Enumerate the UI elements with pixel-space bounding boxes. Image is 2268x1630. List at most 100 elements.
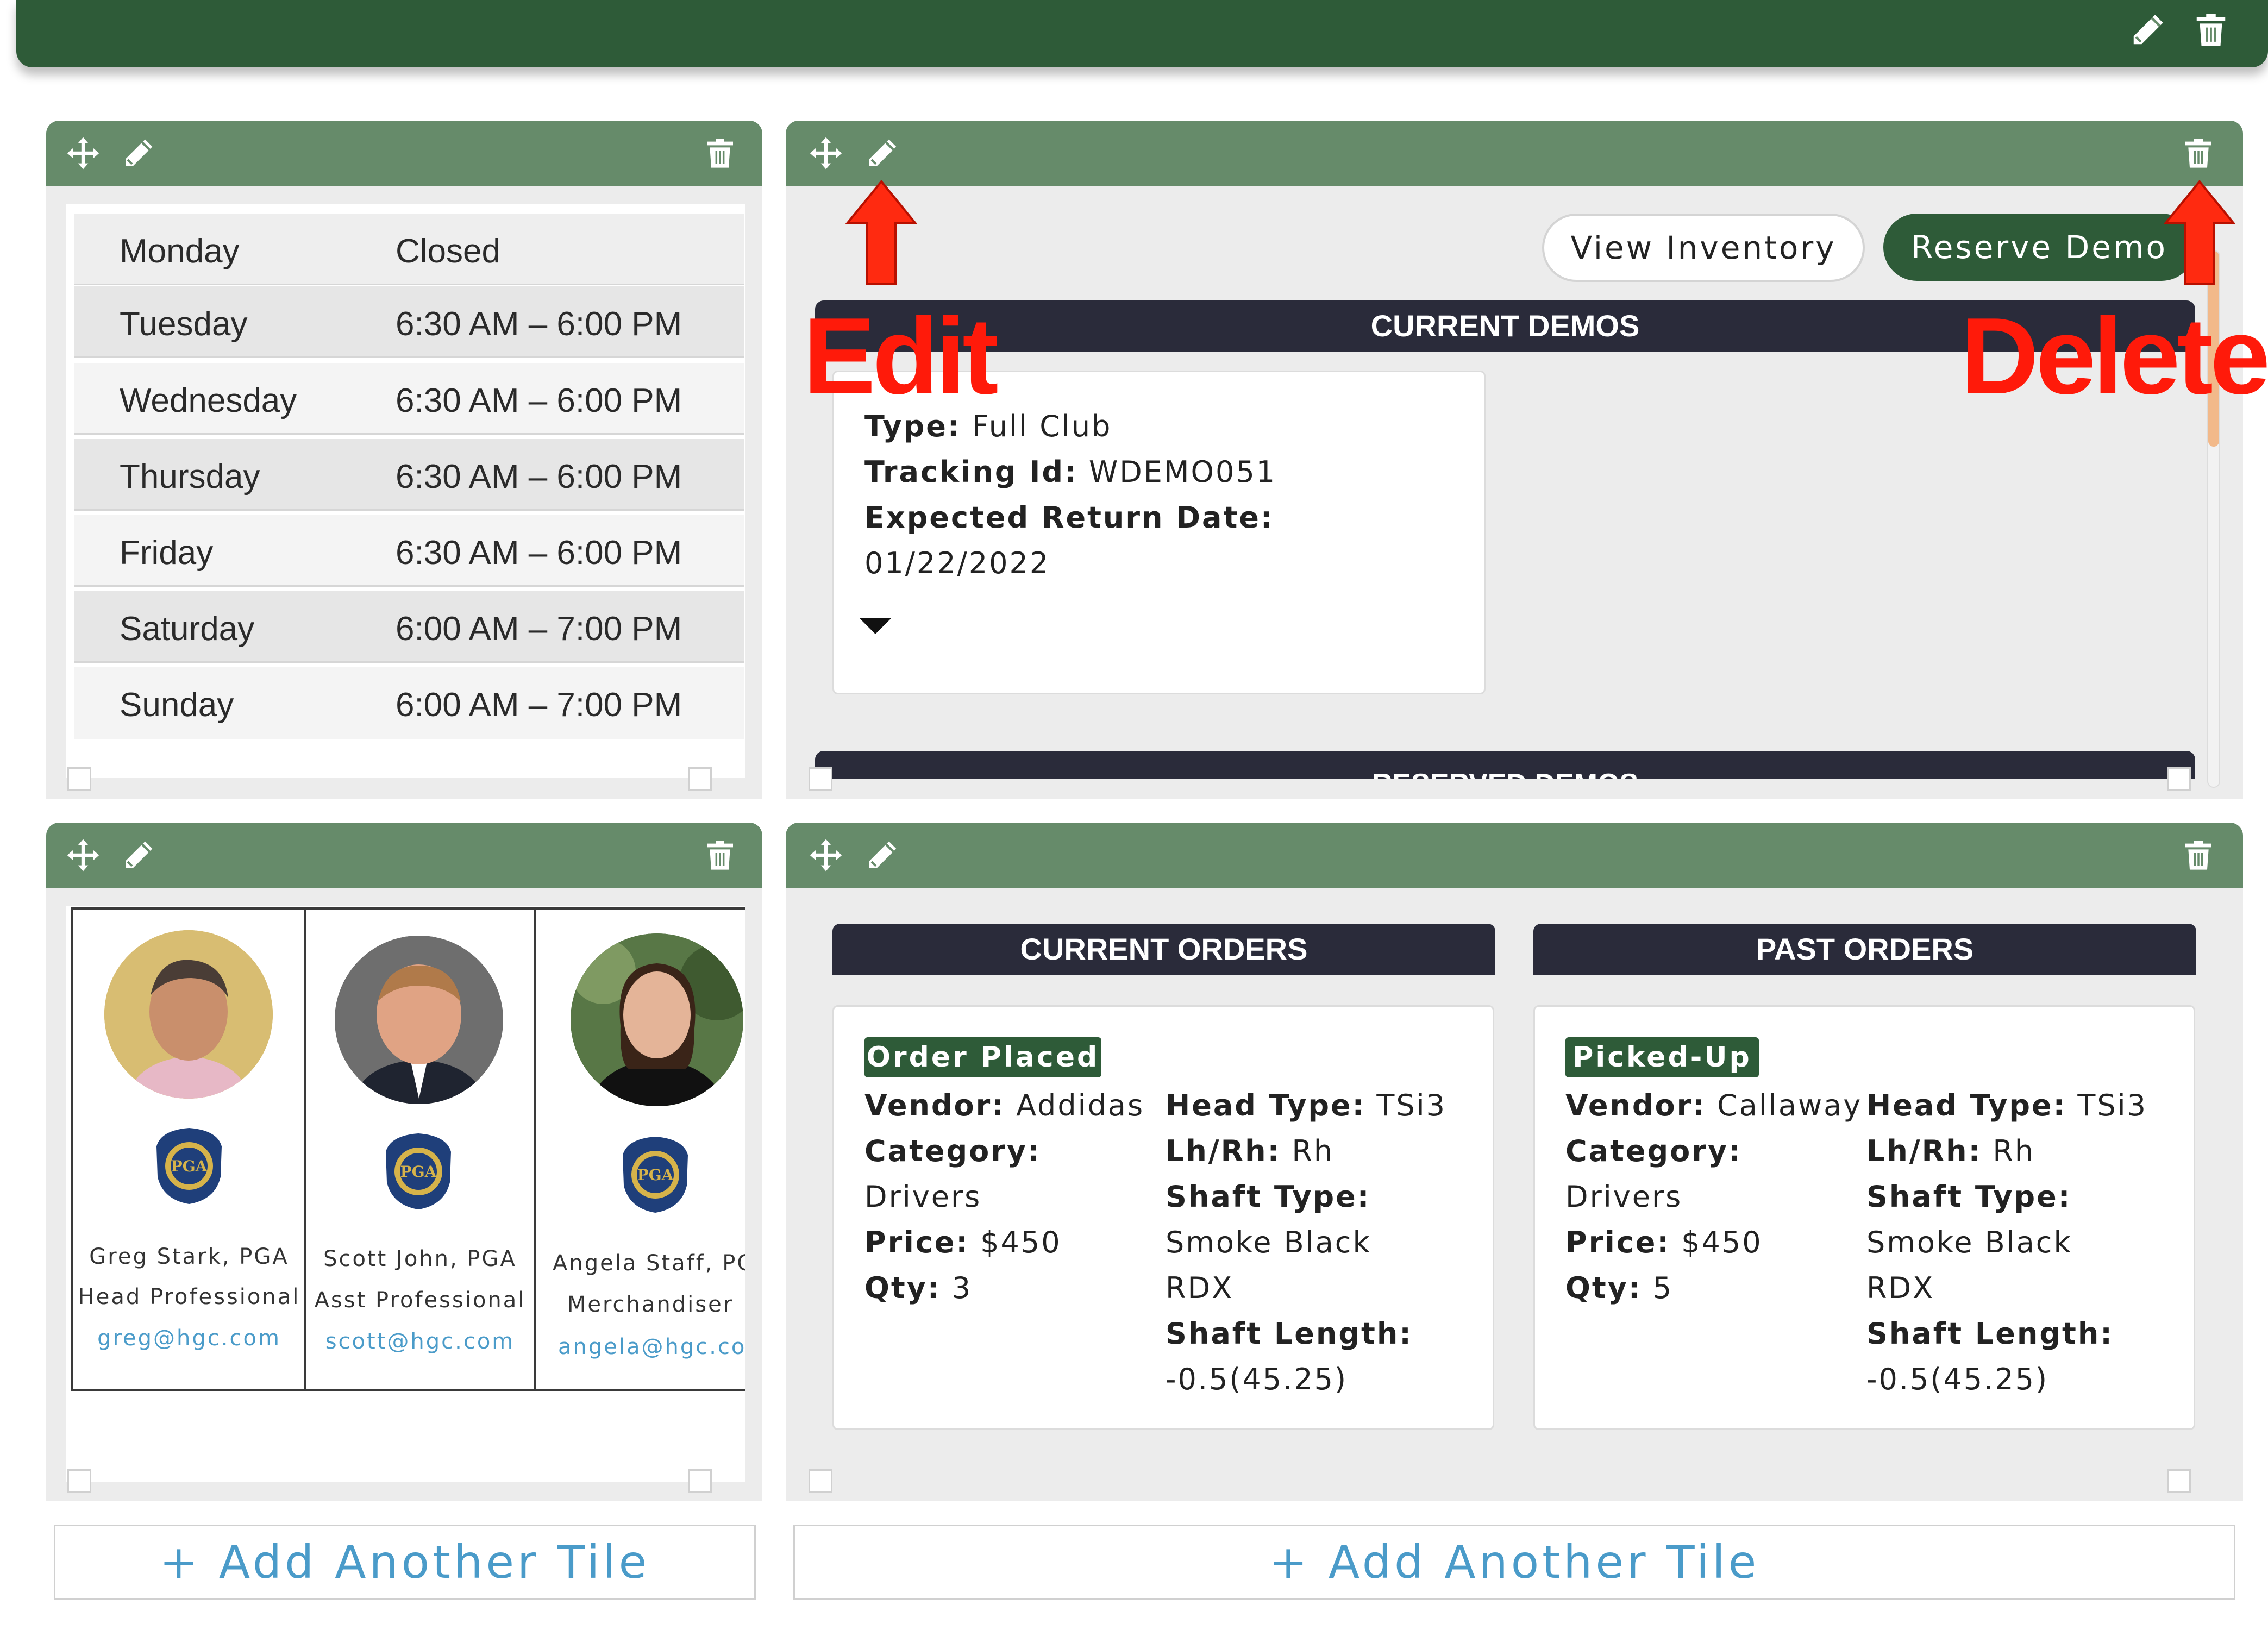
- time-label: Closed: [396, 233, 500, 270]
- day-label: Tuesday: [120, 305, 248, 343]
- demo-tracking-line: Tracking Id: WDEMO051: [864, 455, 1277, 489]
- resize-handle[interactable]: [67, 1469, 91, 1493]
- avatar: [571, 933, 743, 1106]
- tile-footer: [786, 779, 2243, 799]
- shaft-type-value: RDX: [1866, 1271, 1935, 1305]
- category-value: Drivers: [864, 1180, 982, 1214]
- move-icon[interactable]: [809, 838, 843, 873]
- move-icon[interactable]: [809, 136, 843, 171]
- day-label: Friday: [120, 534, 214, 572]
- current-orders-header: CURRENT ORDERS: [832, 924, 1495, 975]
- delete-trash-icon[interactable]: [2181, 838, 2216, 873]
- staff-email-link[interactable]: angela@hgc.com: [536, 1334, 745, 1359]
- hours-row: Tuesday 6:30 AM – 6:00 PM: [74, 286, 744, 358]
- time-label: 6:30 AM – 6:00 PM: [396, 534, 682, 572]
- avatar: [104, 930, 273, 1099]
- price-line: Price: $450: [864, 1225, 1062, 1259]
- status-badge: Picked-Up: [1565, 1037, 1759, 1077]
- delete-annotation: Delete: [1960, 296, 2268, 417]
- edit-pencil-icon[interactable]: [865, 838, 900, 873]
- hours-row: Thursday 6:30 AM – 6:00 PM: [74, 439, 744, 511]
- day-label: Wednesday: [120, 382, 297, 419]
- vendor-line: Vendor: Callaway: [1565, 1088, 1863, 1123]
- day-label: Monday: [120, 233, 240, 270]
- tile-header: [786, 121, 2243, 186]
- day-label: Saturday: [120, 610, 255, 648]
- time-label: 6:30 AM – 6:00 PM: [396, 458, 682, 496]
- delete-arrow-icon: [2164, 179, 2235, 285]
- staff-title: Asst Professional: [314, 1288, 526, 1313]
- resize-handle[interactable]: [67, 767, 91, 791]
- qty-line: Qty: 3: [864, 1271, 973, 1305]
- past-order-card: Picked-Up Vendor: Callaway Category: Dri…: [1533, 1005, 2195, 1430]
- resize-handle[interactable]: [2167, 1469, 2191, 1493]
- add-tile-button[interactable]: + Add Another Tile: [54, 1525, 756, 1600]
- category-value: Drivers: [1565, 1180, 1683, 1214]
- qty-line: Qty: 5: [1565, 1271, 1674, 1305]
- shaft-type-label: Shaft Type:: [1866, 1180, 2072, 1214]
- staff-email-link[interactable]: greg@hgc.com: [74, 1326, 304, 1351]
- time-label: 6:00 AM – 7:00 PM: [396, 686, 682, 724]
- svg-text:PGA: PGA: [171, 1157, 208, 1175]
- lhrh-line: Lh/Rh: Rh: [1166, 1134, 1335, 1168]
- shaft-length-value: -0.5(45.25): [1866, 1362, 2049, 1396]
- tile-header: [46, 823, 762, 888]
- staff-name: Angela Staff, PGA: [553, 1251, 745, 1276]
- day-label: Sunday: [120, 686, 234, 724]
- view-inventory-button[interactable]: View Inventory: [1542, 214, 1865, 282]
- edit-pencil-icon[interactable]: [121, 838, 156, 873]
- edit-arrow-icon: [845, 179, 917, 285]
- shaft-length-value: -0.5(45.25): [1166, 1362, 1348, 1396]
- reserve-demo-button[interactable]: Reserve Demo: [1883, 214, 2195, 281]
- demo-return-value: 01/22/2022: [864, 546, 1050, 580]
- delete-trash-icon[interactable]: [2181, 136, 2216, 171]
- staff-clip-edge: [745, 902, 762, 1402]
- shaft-length-label: Shaft Length:: [1866, 1316, 2114, 1351]
- delete-trash-icon[interactable]: [703, 136, 737, 171]
- edit-pencil-icon[interactable]: [865, 136, 900, 171]
- shaft-type-label: Shaft Type:: [1166, 1180, 1371, 1214]
- move-icon[interactable]: [66, 136, 101, 171]
- pga-logo-icon: PGA: [380, 1130, 456, 1212]
- lhrh-line: Lh/Rh: Rh: [1866, 1134, 2035, 1168]
- tile-header: [786, 823, 2243, 888]
- move-icon[interactable]: [66, 838, 101, 873]
- delete-trash-icon[interactable]: [2192, 11, 2227, 46]
- shaft-length-label: Shaft Length:: [1166, 1316, 1413, 1351]
- resize-handle[interactable]: [688, 1469, 712, 1493]
- hours-row: Saturday 6:00 AM – 7:00 PM: [74, 591, 744, 663]
- staff-email-link[interactable]: scott@hgc.com: [306, 1329, 534, 1354]
- edit-pencil-icon[interactable]: [2129, 11, 2164, 46]
- resize-handle[interactable]: [809, 1469, 832, 1493]
- resize-handle[interactable]: [2167, 767, 2191, 791]
- staff-title: Merchandiser: [567, 1292, 734, 1317]
- resize-handle[interactable]: [809, 767, 832, 791]
- shaft-type-value: Smoke Black: [1166, 1225, 1371, 1259]
- staff-name: Scott John, PGA: [323, 1246, 517, 1271]
- hours-row: Wednesday 6:30 AM – 6:00 PM: [74, 363, 744, 435]
- hours-row: Friday 6:30 AM – 6:00 PM: [74, 515, 744, 587]
- price-line: Price: $450: [1565, 1225, 1763, 1259]
- edit-pencil-icon[interactable]: [121, 136, 156, 171]
- add-tile-button[interactable]: + Add Another Tile: [793, 1525, 2235, 1600]
- staff-title: Head Professional: [78, 1284, 300, 1309]
- time-label: 6:30 AM – 6:00 PM: [396, 305, 682, 343]
- resize-handle[interactable]: [688, 767, 712, 791]
- current-order-card: Order Placed Vendor: Addidas Category: D…: [832, 1005, 1494, 1430]
- hours-row: Monday Closed: [74, 214, 744, 285]
- staff-divider: [304, 907, 306, 1391]
- demo-card: Type: Full Club Tracking Id: WDEMO051 Ex…: [832, 371, 1486, 694]
- svg-text:PGA: PGA: [637, 1166, 674, 1184]
- reserved-demos-clip: RESERVED DEMOS: [815, 751, 2195, 779]
- delete-trash-icon[interactable]: [703, 838, 737, 873]
- category-label: Category:: [1565, 1134, 1742, 1168]
- expand-chevron-icon[interactable]: [858, 616, 893, 635]
- day-label: Thursday: [120, 458, 260, 496]
- staff-name: Greg Stark, PGA: [89, 1244, 289, 1269]
- vendor-line: Vendor: Addidas: [864, 1088, 1145, 1123]
- pga-logo-icon: PGA: [151, 1125, 227, 1206]
- time-label: 6:00 AM – 7:00 PM: [396, 610, 682, 648]
- head-type-line: Head Type: TSi3: [1866, 1088, 2148, 1123]
- reserved-demos-header: RESERVED DEMOS: [815, 751, 2195, 779]
- shaft-type-value: RDX: [1166, 1271, 1234, 1305]
